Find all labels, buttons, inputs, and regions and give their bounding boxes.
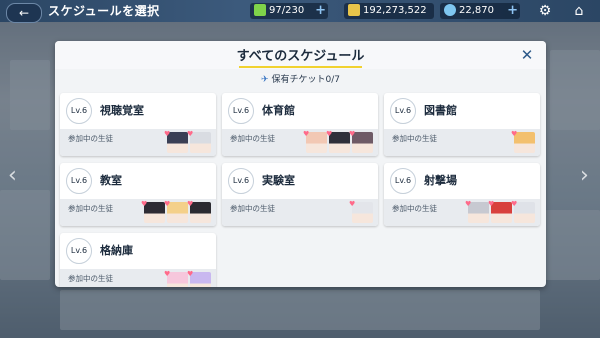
heart-icon: ♥ [187, 270, 194, 278]
heart-icon: ♥ [349, 200, 356, 208]
student-avatar: ♥ [141, 200, 165, 223]
heart-icon: ♥ [187, 130, 194, 138]
student-avatar: ♥ [465, 200, 489, 223]
title-underline [239, 66, 362, 68]
student-avatar: ♥ [349, 130, 373, 153]
schedule-card-classroom[interactable]: Lv.6 教室 参加中の生徒 ♥ ♥ ♥ [60, 163, 216, 226]
student-avatar: ♥ [164, 200, 188, 223]
student-avatar: ♥ [164, 130, 188, 153]
student-list: ♥ ♥ [164, 270, 211, 287]
location-name: 視聴覚室 [100, 104, 144, 117]
student-avatar: ♥ [303, 130, 327, 153]
back-arrow-icon: ← [18, 6, 30, 20]
ap-icon [254, 4, 266, 16]
close-icon[interactable]: ✕ [518, 46, 536, 64]
location-name: 教室 [100, 174, 122, 187]
level-badge: Lv.6 [390, 168, 416, 194]
location-name: 体育館 [262, 104, 295, 117]
heart-icon: ♥ [511, 200, 518, 208]
level-badge: Lv.6 [66, 98, 92, 124]
schedule-card-laboratory[interactable]: Lv.6 実験室 参加中の生徒 ♥ [222, 163, 378, 226]
student-avatar: ♥ [187, 130, 211, 153]
student-avatar: ♥ [187, 270, 211, 287]
location-name: 図書館 [424, 104, 457, 117]
ap-add-button[interactable]: + [315, 3, 326, 19]
credits-counter: 192,273,522 [344, 3, 434, 19]
level-badge: Lv.6 [66, 168, 92, 194]
student-list: ♥ ♥ ♥ [303, 130, 373, 153]
level-badge: Lv.6 [228, 168, 254, 194]
pyroxene-counter: 22,870 + [440, 3, 520, 19]
schedule-card-gym[interactable]: Lv.6 体育館 参加中の生徒 ♥ ♥ ♥ [222, 93, 378, 156]
student-avatar: ♥ [511, 200, 535, 223]
participants-label: 参加中の生徒 [392, 134, 437, 143]
next-arrow-icon[interactable]: › [580, 163, 589, 188]
back-button[interactable]: ← [6, 3, 42, 23]
participants-label: 参加中の生徒 [68, 204, 113, 213]
settings-gear-icon[interactable]: ⚙ [536, 2, 554, 20]
ap-counter: 97/230 + [250, 3, 328, 19]
student-list: ♥ [511, 130, 535, 153]
modal-title: すべてのスケジュール [236, 49, 365, 64]
heart-icon: ♥ [511, 130, 518, 138]
student-avatar: ♥ [349, 200, 373, 223]
ticket-icon: ✈ [260, 75, 269, 85]
ticket-count: ✈ 保有チケット0/7 [260, 75, 341, 85]
heart-icon: ♥ [303, 130, 310, 138]
home-icon[interactable]: ⌂ [570, 2, 588, 20]
student-list: ♥ ♥ ♥ [465, 200, 535, 223]
schedule-modal: すべてのスケジュール ✕ ✈ 保有チケット0/7 Lv.6 視聴覚室 参加中の生徒… [55, 41, 546, 287]
previous-arrow-icon[interactable]: ‹ [8, 163, 17, 188]
pyroxene-add-button[interactable]: + [507, 3, 518, 19]
schedule-card-library[interactable]: Lv.6 図書館 参加中の生徒 ♥ [384, 93, 540, 156]
heart-icon: ♥ [488, 200, 495, 208]
student-avatar: ♥ [326, 130, 350, 153]
heart-icon: ♥ [465, 200, 472, 208]
level-badge: Lv.6 [228, 98, 254, 124]
student-avatar: ♥ [164, 270, 188, 287]
heart-icon: ♥ [326, 130, 333, 138]
heart-icon: ♥ [164, 130, 171, 138]
heart-icon: ♥ [164, 200, 171, 208]
level-badge: Lv.6 [390, 98, 416, 124]
modal-header: すべてのスケジュール ✕ [55, 41, 546, 69]
participants-label: 参加中の生徒 [230, 204, 275, 213]
schedule-card-av-room[interactable]: Lv.6 視聴覚室 参加中の生徒 ♥ ♥ [60, 93, 216, 156]
location-name: 実験室 [262, 174, 295, 187]
level-badge: Lv.6 [66, 238, 92, 264]
heart-icon: ♥ [187, 200, 194, 208]
heart-icon: ♥ [141, 200, 148, 208]
schedule-card-hangar[interactable]: Lv.6 格納庫 参加中の生徒 ♥ ♥ [60, 233, 216, 287]
pyroxene-icon [444, 4, 456, 16]
top-bar: ← スケジュールを選択 97/230 + 192,273,522 22,870 … [0, 0, 600, 23]
participants-label: 参加中の生徒 [392, 204, 437, 213]
participants-label: 参加中の生徒 [68, 274, 113, 283]
student-list: ♥ ♥ ♥ [141, 200, 211, 223]
student-list: ♥ [349, 200, 373, 223]
heart-icon: ♥ [164, 270, 171, 278]
heart-icon: ♥ [349, 130, 356, 138]
credit-icon [348, 4, 360, 16]
participants-label: 参加中の生徒 [230, 134, 275, 143]
location-name: 格納庫 [100, 244, 133, 257]
location-name: 射撃場 [424, 174, 457, 187]
student-avatar: ♥ [488, 200, 512, 223]
schedule-card-shooting-range[interactable]: Lv.6 射撃場 参加中の生徒 ♥ ♥ ♥ [384, 163, 540, 226]
page-title: スケジュールを選択 [48, 4, 160, 18]
student-avatar: ♥ [511, 130, 535, 153]
participants-label: 参加中の生徒 [68, 134, 113, 143]
student-avatar: ♥ [187, 200, 211, 223]
student-list: ♥ ♥ [164, 130, 211, 153]
